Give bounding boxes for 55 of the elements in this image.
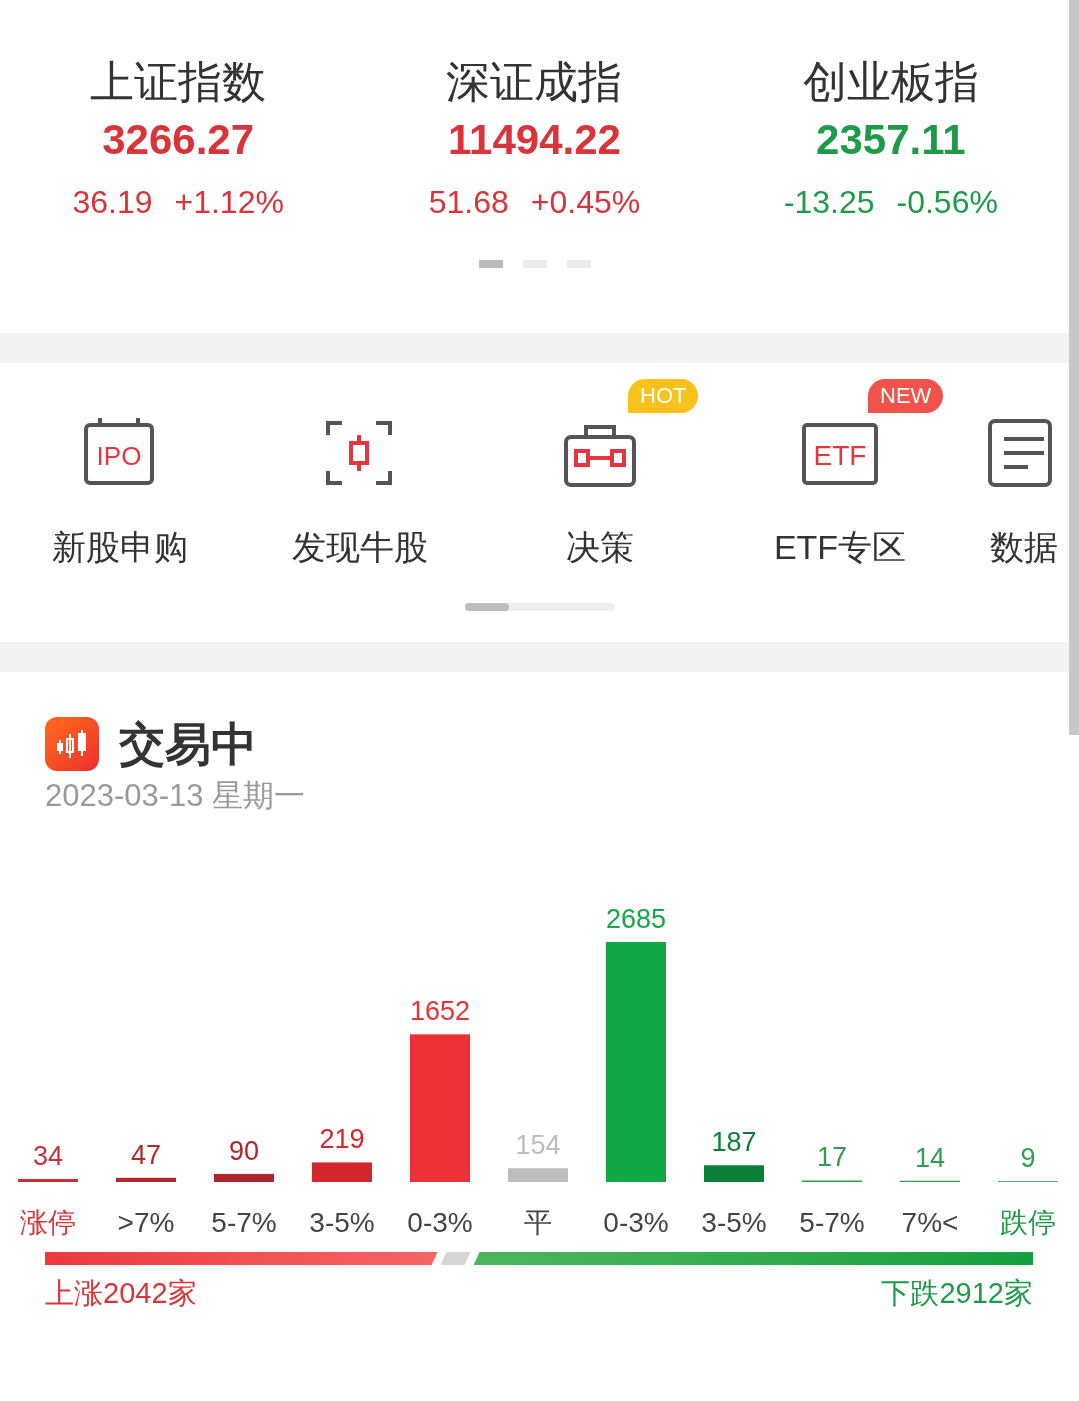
shortcut-item[interactable]: 发现牛股 [292,413,428,569]
index-percent: +0.45% [530,183,641,222]
scroll-thumb[interactable] [465,603,509,611]
bar [508,1168,568,1182]
category-label: 平 [524,1207,552,1238]
category-label: 跌停 [1000,1207,1056,1238]
unchanged-bar [440,1252,471,1265]
shortcut-item[interactable]: 决策 [560,413,640,569]
trading-date: 2023-03-13 星期一 [45,777,306,815]
shortcut-item[interactable]: IPO 新股申购 [52,413,188,569]
index-value: 3266.27 [102,115,255,165]
bar [18,1178,78,1182]
category-label: 7%< [901,1207,959,1238]
index-change: 36.19 [72,183,153,222]
shortcut-item[interactable]: 数据 [984,413,1064,569]
section-title: 交易中 [119,717,257,772]
index-name: 创业板指 [802,56,979,108]
bar [116,1177,176,1182]
category-label: 5-7% [799,1207,865,1238]
value-label: 34 [33,1140,63,1171]
index-name: 深证成指 [446,56,623,108]
shortcut-item[interactable]: ETF ETF专区 [773,413,907,569]
category-label: 3-5% [309,1207,375,1238]
value-label: 154 [515,1130,561,1161]
index-value: 11494.22 [448,115,621,165]
bar [704,1165,764,1182]
category-label: 涨停 [20,1207,76,1238]
value-label: 47 [131,1139,161,1170]
category-label: 0-3% [603,1207,669,1238]
badge: HOT [628,379,699,413]
value-label: 17 [817,1142,847,1173]
candlestick-app-icon [45,717,99,771]
value-label: 9 [1020,1143,1036,1174]
advancers-count: 上涨2042家 [45,1276,197,1311]
index-change: 51.68 [428,183,509,222]
category-label: 0-3% [407,1207,473,1238]
category-label: 5-7% [211,1207,277,1238]
category-label: 3-5% [701,1207,767,1238]
decliners-count: 下跌2912家 [881,1276,1033,1311]
value-label: 1652 [409,996,471,1027]
bar [312,1162,372,1182]
bar [214,1173,274,1182]
value-label: 219 [319,1124,365,1155]
value-label: 187 [711,1127,757,1158]
value-label: 90 [229,1135,259,1166]
category-label: >7% [117,1207,175,1238]
index-change: -13.25 [783,183,875,222]
badge: NEW [868,379,944,413]
index-name: 上证指数 [90,56,267,108]
index-value: 2357.11 [816,115,966,165]
value-label: 2685 [605,904,667,934]
index-percent: -0.56% [896,183,998,222]
index-percent: +1.12% [174,183,284,222]
value-label: 14 [915,1142,945,1173]
scrollbar-thumb[interactable] [1069,0,1079,735]
